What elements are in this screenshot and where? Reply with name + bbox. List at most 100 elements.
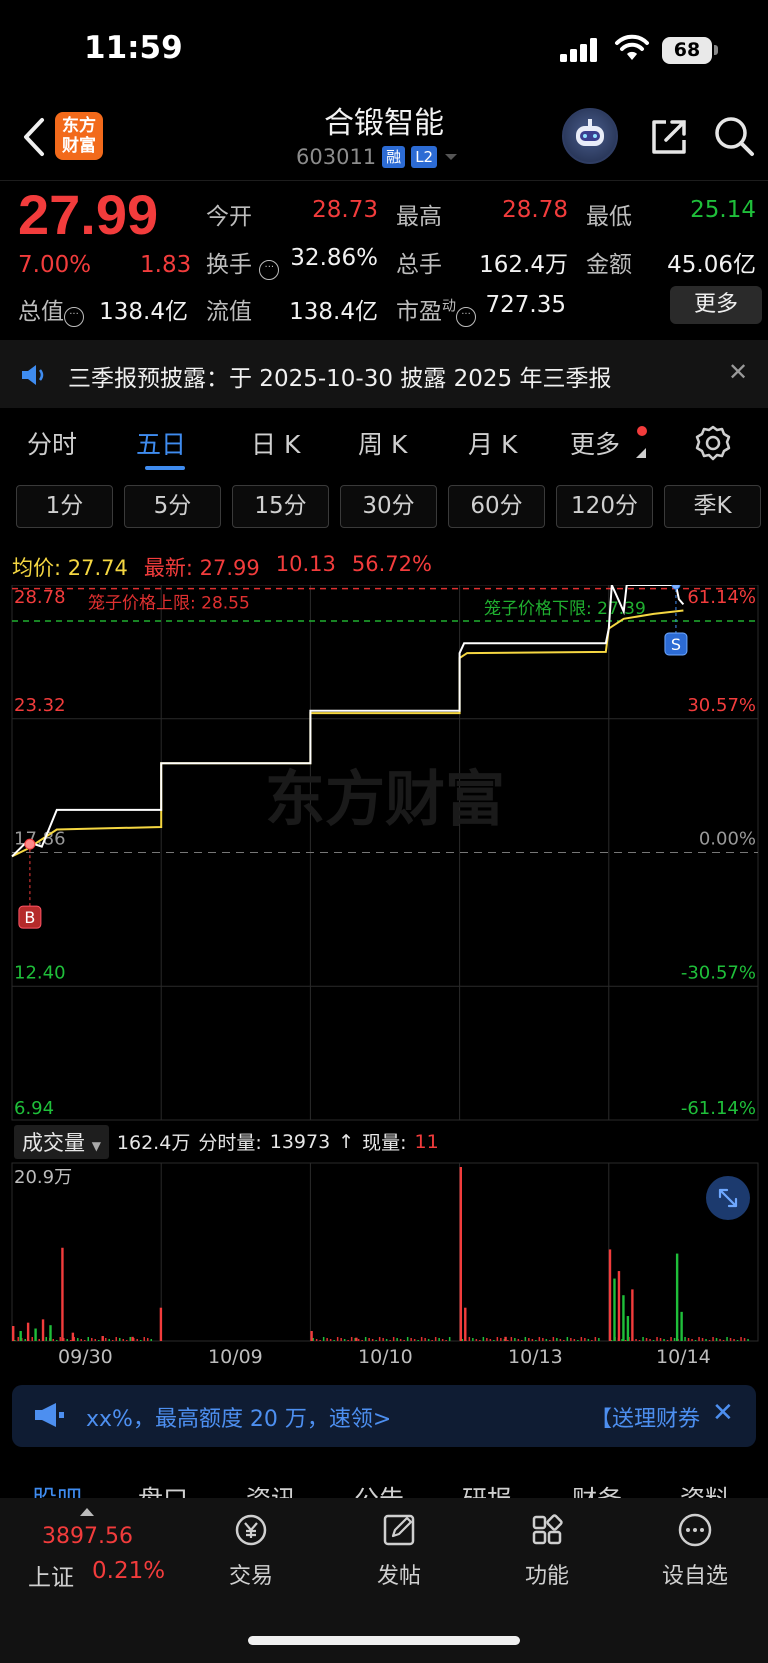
index-name[interactable]: 上证	[28, 1558, 74, 1592]
volume-bar	[459, 1167, 462, 1341]
period-15min[interactable]: 15分	[232, 485, 329, 528]
volume-bar-small	[638, 1340, 641, 1341]
tab-daily-k[interactable]: 日 K	[251, 425, 300, 461]
mktcap-label: 总值 ···	[18, 292, 84, 327]
volume-bar-small	[357, 1339, 360, 1341]
period-5min[interactable]: 5分	[124, 485, 221, 528]
volume-bar-small	[645, 1338, 648, 1341]
volume-bar-small	[580, 1337, 583, 1341]
close-icon[interactable]: ✕	[712, 1398, 734, 1428]
nav-post[interactable]: 发帖	[344, 1510, 454, 1590]
home-indicator[interactable]	[248, 1636, 520, 1645]
volume-indicator-select[interactable]: 成交量 ▼	[14, 1124, 109, 1159]
period-30min[interactable]: 30分	[340, 485, 437, 528]
volume-bar-small	[445, 1340, 447, 1341]
index-value[interactable]: 3897.56	[42, 1524, 133, 1549]
volume-bar-small	[364, 1337, 367, 1341]
volume-bar	[131, 1336, 134, 1341]
period-120min[interactable]: 120分	[556, 485, 653, 528]
tab-five-day[interactable]: 五日	[136, 425, 186, 461]
gear-icon[interactable]	[694, 424, 732, 462]
volume-bar-small	[549, 1340, 551, 1341]
nav-functions[interactable]: 功能	[492, 1510, 602, 1590]
date-label: 10/13	[508, 1346, 563, 1368]
info-dots-icon[interactable]: ···	[64, 307, 84, 327]
buy-marker-label: B	[24, 908, 35, 927]
volume-bar	[464, 1307, 467, 1341]
nav-post-label: 发帖	[376, 1564, 421, 1589]
subtab-news[interactable]: 资讯	[246, 1480, 296, 1500]
margin-tag: 融	[382, 146, 406, 168]
volume-bar	[41, 1319, 45, 1341]
share-icon[interactable]	[648, 116, 690, 158]
volume-bar-small	[329, 1339, 332, 1341]
more-button[interactable]: 更多	[670, 286, 762, 324]
volume-bar-small	[493, 1340, 495, 1341]
battery-indicator: 68	[662, 37, 712, 64]
ad-text-secondary: 【送理财券	[590, 1407, 701, 1432]
info-dots-icon[interactable]: ···	[456, 307, 476, 327]
megaphone-icon	[35, 1403, 64, 1427]
nav-trade[interactable]: 交易	[196, 1510, 306, 1590]
tab-weekly-k[interactable]: 周 K	[358, 425, 407, 461]
high-value: 28.78	[502, 197, 568, 223]
volume-bar-small	[531, 1339, 534, 1341]
volume-bar-small	[438, 1338, 440, 1341]
close-icon[interactable]: ✕	[728, 358, 748, 386]
index-change-pct[interactable]: 0.21%	[92, 1558, 165, 1584]
latest-price: 最新: 27.99	[144, 552, 260, 582]
volume-max-label: 20.9万	[14, 1167, 72, 1188]
tab-monthly-k[interactable]: 月 K	[468, 425, 517, 461]
volume-bar-small	[666, 1340, 669, 1341]
volume-bar-small	[389, 1340, 391, 1341]
nav-trade-label: 交易	[228, 1564, 273, 1589]
volume-bar-small	[719, 1339, 721, 1341]
percent-axis-label: -30.57%	[681, 962, 756, 983]
ai-assistant-robot-icon[interactable]	[562, 108, 618, 164]
float-value: 138.4亿	[289, 299, 378, 325]
volume-bar-small	[570, 1338, 572, 1341]
nav-functions-label: 功能	[524, 1564, 569, 1589]
volume-bar-small	[698, 1337, 700, 1341]
subtab-research[interactable]: 研报	[462, 1480, 512, 1500]
volume-chart[interactable]: 20.9万	[0, 1157, 768, 1343]
nav-add-watchlist[interactable]: 设自选	[640, 1510, 750, 1590]
volume-bar	[19, 1331, 22, 1341]
caret-up-icon	[80, 1508, 94, 1516]
tab-intraday[interactable]: 分时	[27, 425, 77, 461]
volume-bar-small	[500, 1338, 502, 1341]
status-time: 11:59	[84, 30, 183, 66]
low-value: 25.14	[690, 197, 756, 223]
five-day-price-chart[interactable]: 东方财富笼子价格上限: 28.55 笼子价格下限: 27.3928.7823.32…	[0, 585, 768, 1125]
volume-bar-small	[413, 1339, 416, 1341]
volume-bar-small	[31, 1337, 33, 1341]
subtab-orderbook[interactable]: 盘口	[138, 1480, 188, 1500]
pe-label: 市盈动···	[396, 292, 476, 327]
subtab-finance[interactable]: 财务	[572, 1480, 622, 1500]
turnover-value: 32.86%	[290, 245, 378, 271]
volume-bar-small	[642, 1337, 644, 1341]
volume-bar-small	[563, 1340, 565, 1341]
volume-bar-small	[587, 1339, 590, 1341]
search-icon[interactable]	[712, 114, 756, 158]
minute-volume-label: 分时量:	[198, 1132, 262, 1154]
period-1min[interactable]: 1分	[16, 485, 113, 528]
subtab-forum[interactable]: 股吧	[32, 1480, 82, 1500]
period-quarter-k[interactable]: 季K	[664, 485, 761, 528]
volume-bar-small	[538, 1337, 541, 1341]
volume-bar-small	[566, 1337, 569, 1341]
tab-more[interactable]: 更多	[570, 425, 620, 461]
subtab-profile[interactable]: 资料	[680, 1480, 730, 1500]
volume-bar-small	[315, 1339, 318, 1341]
volume-bar-small	[375, 1340, 377, 1341]
subtab-announcements[interactable]: 公告	[354, 1480, 404, 1500]
low-label: 最低	[586, 204, 632, 230]
volume-label: 总手	[396, 252, 442, 278]
avg-value: 27.74	[67, 556, 128, 580]
wifi-icon	[615, 34, 649, 60]
volume-bar-small	[591, 1340, 593, 1341]
stock-code-row[interactable]: 603011 融 L2	[296, 145, 459, 169]
expand-icon[interactable]	[706, 1176, 750, 1220]
info-dots-icon[interactable]: ···	[259, 260, 280, 280]
period-60min[interactable]: 60分	[448, 485, 545, 528]
